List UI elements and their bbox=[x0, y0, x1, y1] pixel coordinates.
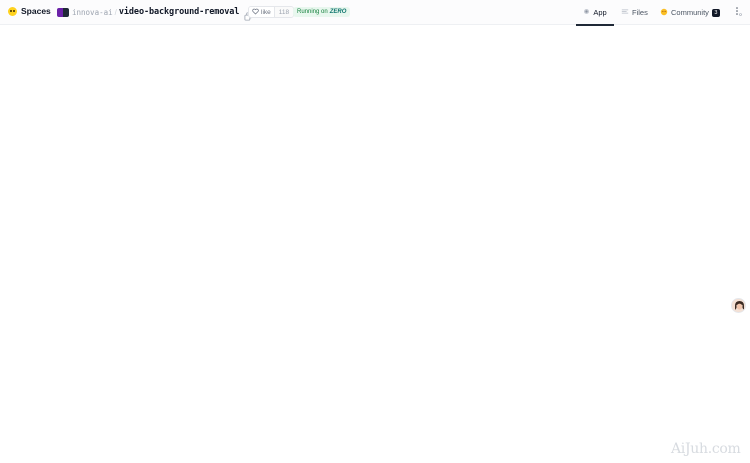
spaces-home-link[interactable]: Spaces bbox=[8, 6, 51, 16]
heart-icon bbox=[252, 8, 259, 17]
community-icon bbox=[660, 8, 668, 18]
app-icon bbox=[583, 8, 590, 17]
brand-label: Spaces bbox=[21, 6, 51, 16]
space-tabs: App Files Community 3 bbox=[576, 0, 727, 26]
assistant-avatar[interactable] bbox=[731, 298, 746, 313]
like-button[interactable]: like bbox=[249, 7, 274, 17]
status-prefix: Running on bbox=[297, 9, 328, 15]
like-label: like bbox=[261, 8, 271, 16]
like-count[interactable]: 118 bbox=[273, 7, 294, 17]
tab-app-label: App bbox=[593, 8, 607, 17]
breadcrumb-separator: / bbox=[114, 7, 117, 17]
tab-files[interactable]: Files bbox=[614, 0, 654, 25]
tab-app[interactable]: App bbox=[576, 0, 614, 26]
repo-breadcrumb: innova-ai / video-background-removal bbox=[57, 6, 253, 21]
files-icon bbox=[621, 8, 629, 17]
top-navigation-bar: Spaces innova-ai / video-background-remo… bbox=[0, 0, 750, 26]
like-widget: like 118 bbox=[248, 6, 295, 18]
more-vertical-icon bbox=[734, 3, 742, 21]
tab-files-label: Files bbox=[632, 8, 648, 17]
watermark: AiJuh.com bbox=[671, 441, 741, 457]
tab-community-label: Community bbox=[671, 8, 709, 17]
community-count-badge: 3 bbox=[711, 8, 720, 17]
runtime-status-badge[interactable]: Running on ZERO bbox=[293, 7, 351, 17]
tab-community[interactable]: Community 3 bbox=[654, 0, 727, 25]
hardware-label: ZERO bbox=[329, 9, 347, 15]
more-options-button[interactable] bbox=[731, 5, 744, 19]
repo-name-link[interactable]: video-background-removal bbox=[119, 7, 240, 17]
huggingface-logo-icon bbox=[8, 6, 17, 16]
org-name-link[interactable]: innova-ai bbox=[72, 8, 113, 17]
org-avatar[interactable] bbox=[57, 7, 69, 17]
